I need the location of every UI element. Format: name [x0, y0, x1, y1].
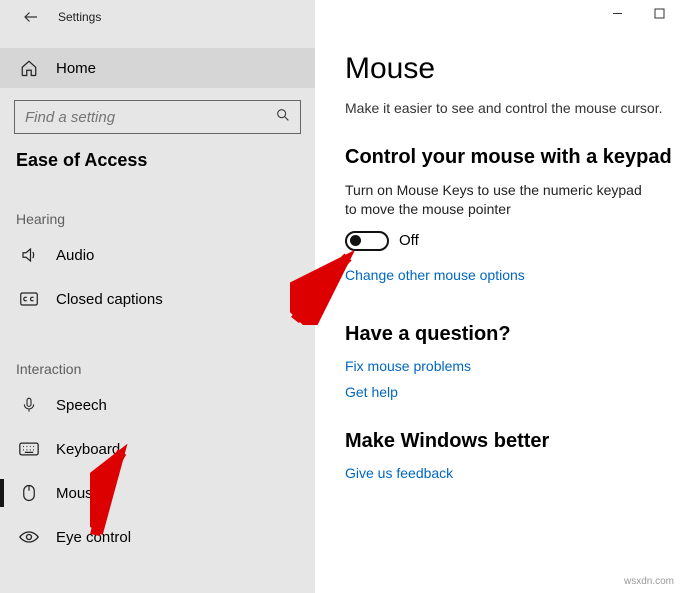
keyboard-icon — [18, 442, 40, 456]
home-icon — [20, 59, 44, 77]
link-fix-mouse[interactable]: Fix mouse problems — [345, 358, 680, 374]
page-subtitle: Make it easier to see and control the mo… — [345, 100, 680, 116]
link-feedback[interactable]: Give us feedback — [345, 465, 680, 481]
window-title: Settings — [58, 10, 101, 24]
nav-item-audio[interactable]: Audio — [0, 233, 315, 277]
page-title: Mouse — [345, 52, 680, 86]
nav-item-label: Closed captions — [56, 291, 163, 308]
nav-item-label: Eye control — [56, 529, 131, 546]
back-button[interactable] — [14, 2, 48, 32]
section-question: Have a question? — [345, 323, 680, 346]
link-other-mouse-options[interactable]: Change other mouse options — [345, 267, 680, 283]
search-input[interactable] — [14, 100, 301, 134]
mic-icon — [18, 396, 40, 414]
maximize-button[interactable] — [638, 0, 680, 26]
nav-home-label: Home — [56, 60, 96, 77]
toggle-state-label: Off — [399, 232, 419, 249]
cc-icon — [18, 292, 40, 306]
minimize-button[interactable] — [596, 0, 638, 26]
section-mouse-keypad: Control your mouse with a keypad — [345, 146, 680, 169]
link-get-help[interactable]: Get help — [345, 384, 680, 400]
eye-icon — [18, 530, 40, 544]
mouse-keys-desc: Turn on Mouse Keys to use the numeric ke… — [345, 181, 655, 219]
group-interaction: Interaction — [0, 321, 315, 383]
toggle-knob — [350, 235, 361, 246]
mouse-keys-toggle[interactable] — [345, 231, 389, 251]
watermark: wsxdn.com — [624, 576, 674, 587]
nav-item-keyboard[interactable]: Keyboard — [0, 427, 315, 471]
search-icon — [275, 107, 291, 126]
nav-item-eye-control[interactable]: Eye control — [0, 515, 315, 559]
nav-item-label: Mouse — [56, 485, 101, 502]
audio-icon — [18, 246, 40, 264]
category-heading: Ease of Access — [0, 134, 315, 171]
nav-home[interactable]: Home — [0, 48, 315, 88]
mouse-icon — [18, 484, 40, 502]
nav-item-speech[interactable]: Speech — [0, 383, 315, 427]
nav-item-label: Speech — [56, 397, 107, 414]
nav-item-closed-captions[interactable]: Closed captions — [0, 277, 315, 321]
section-feedback: Make Windows better — [345, 430, 680, 453]
nav-item-mouse[interactable]: Mouse — [0, 471, 315, 515]
nav-item-label: Keyboard — [56, 441, 120, 458]
group-hearing: Hearing — [0, 171, 315, 233]
nav-item-label: Audio — [56, 247, 94, 264]
